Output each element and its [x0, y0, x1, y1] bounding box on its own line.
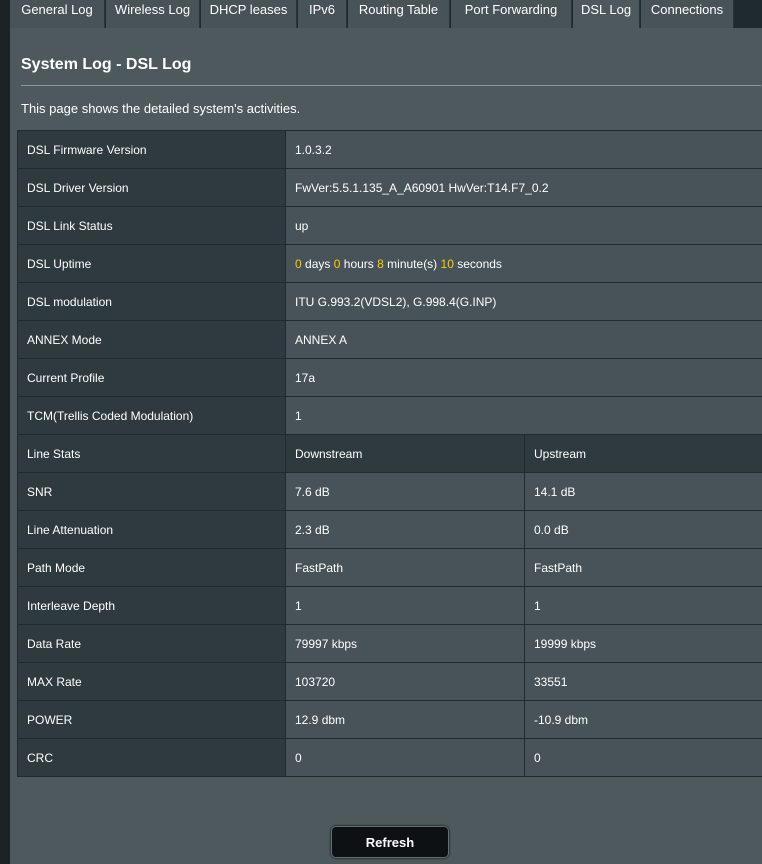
row-label: DSL Uptime: [17, 244, 286, 283]
row-label: Current Profile: [17, 358, 286, 397]
row-value: ITU G.993.2(VDSL2), G.998.4(G.INP): [284, 282, 762, 321]
left-edge-strip: [0, 0, 10, 864]
row-value: 1.0.3.2: [284, 130, 762, 169]
table-row: ANNEX Mode ANNEX A: [17, 320, 762, 359]
tab-bar: General Log Wireless Log DHCP leases IPv…: [10, 0, 762, 28]
uptime-days-unit: days: [305, 256, 331, 271]
page-description: This page shows the detailed system's ac…: [21, 101, 301, 116]
tab-dsl-log[interactable]: DSL Log: [573, 0, 640, 28]
downstream-value: 7.6 dB: [285, 472, 525, 511]
line-stats-header-row: Line Stats Downstream Upstream: [17, 434, 762, 473]
table-row: Interleave Depth 1 1: [17, 586, 762, 625]
upstream-header: Upstream: [523, 434, 762, 473]
upstream-value: 1: [523, 586, 762, 625]
uptime-hours-unit: hours: [343, 256, 374, 271]
row-label: Line Attenuation: [17, 510, 286, 549]
uptime-seconds: 10: [440, 256, 454, 271]
page-title: System Log - DSL Log: [21, 56, 192, 73]
downstream-value: 12.9 dbm: [285, 700, 525, 739]
tab-label: Routing Table: [358, 2, 439, 17]
row-label: Interleave Depth: [17, 586, 286, 625]
uptime-seconds-unit: seconds: [457, 256, 502, 271]
tab-port-forwarding[interactable]: Port Forwarding: [451, 0, 572, 28]
row-label: Data Rate: [17, 624, 286, 663]
row-value: ANNEX A: [284, 320, 762, 359]
row-value: up: [284, 206, 762, 245]
row-label: MAX Rate: [17, 662, 286, 701]
tab-ipv6[interactable]: IPv6: [298, 0, 347, 28]
row-label: SNR: [17, 472, 286, 511]
downstream-value: 103720: [285, 662, 525, 701]
row-label: POWER: [17, 700, 286, 739]
tab-label: IPv6: [308, 2, 335, 17]
tab-label: DSL Log: [580, 2, 632, 17]
upstream-value: FastPath: [523, 548, 762, 587]
row-label: ANNEX Mode: [17, 320, 286, 359]
row-label: DSL Link Status: [17, 206, 286, 245]
upstream-value: 14.1 dB: [523, 472, 762, 511]
table-row: DSL Link Status up: [17, 206, 762, 245]
title-divider: [21, 85, 761, 86]
table-row: Current Profile 17a: [17, 358, 762, 397]
upstream-value: 0: [523, 738, 762, 777]
tab-routing-table[interactable]: Routing Table: [348, 0, 450, 28]
upstream-value: 33551: [523, 662, 762, 701]
tab-label: Port Forwarding: [464, 2, 558, 17]
dsl-log-table: DSL Firmware Version 1.0.3.2 DSL Driver …: [17, 130, 762, 777]
row-value: FwVer:5.5.1.135_A_A60901 HwVer:T14.F7_0.…: [284, 168, 762, 207]
table-row: POWER 12.9 dbm -10.9 dbm: [17, 700, 762, 739]
downstream-value: 0: [285, 738, 525, 777]
table-row: Line Attenuation 2.3 dB 0.0 dB: [17, 510, 762, 549]
table-row: CRC 0 0: [17, 738, 762, 777]
row-value: 1: [284, 396, 762, 435]
line-stats-header: Line Stats: [17, 434, 286, 473]
table-row: MAX Rate 103720 33551: [17, 662, 762, 701]
table-row: DSL modulation ITU G.993.2(VDSL2), G.998…: [17, 282, 762, 321]
tab-label: Wireless Log: [114, 2, 191, 17]
refresh-button[interactable]: Refresh: [331, 826, 449, 858]
downstream-value: 79997 kbps: [285, 624, 525, 663]
downstream-value: 2.3 dB: [285, 510, 525, 549]
uptime-days: 0: [295, 256, 302, 271]
row-label: CRC: [17, 738, 286, 777]
downstream-header: Downstream: [285, 434, 525, 473]
uptime-minutes-unit: minute(s): [387, 256, 438, 271]
row-label: DSL Firmware Version: [17, 130, 286, 169]
tab-connections[interactable]: Connections: [641, 0, 734, 28]
downstream-value: 1: [285, 586, 525, 625]
row-label: DSL modulation: [17, 282, 286, 321]
tab-general-log[interactable]: General Log: [10, 0, 105, 28]
upstream-value: 0.0 dB: [523, 510, 762, 549]
uptime-hours: 0: [333, 256, 341, 271]
upstream-value: 19999 kbps: [523, 624, 762, 663]
tab-wireless-log[interactable]: Wireless Log: [106, 0, 200, 28]
tab-label: Connections: [650, 2, 724, 17]
upstream-value: -10.9 dbm: [523, 700, 762, 739]
uptime-value: 0 days 0 hours 8 minute(s) 10 seconds: [284, 244, 762, 283]
downstream-value: FastPath: [285, 548, 525, 587]
table-row: DSL Driver Version FwVer:5.5.1.135_A_A60…: [17, 168, 762, 207]
row-label: Path Mode: [17, 548, 286, 587]
tab-dhcp-leases[interactable]: DHCP leases: [201, 0, 297, 28]
table-row: Data Rate 79997 kbps 19999 kbps: [17, 624, 762, 663]
tab-label: General Log: [21, 2, 93, 17]
table-row: Path Mode FastPath FastPath: [17, 548, 762, 587]
table-row: TCM(Trellis Coded Modulation) 1: [17, 396, 762, 435]
uptime-minutes: 8: [377, 256, 384, 271]
tab-label: DHCP leases: [209, 2, 288, 17]
row-value: 17a: [284, 358, 762, 397]
table-row: DSL Firmware Version 1.0.3.2: [17, 130, 762, 169]
row-label: TCM(Trellis Coded Modulation): [17, 396, 286, 435]
table-row: DSL Uptime 0 days 0 hours 8 minute(s) 10…: [17, 244, 762, 283]
table-row: SNR 7.6 dB 14.1 dB: [17, 472, 762, 511]
row-label: DSL Driver Version: [17, 168, 286, 207]
